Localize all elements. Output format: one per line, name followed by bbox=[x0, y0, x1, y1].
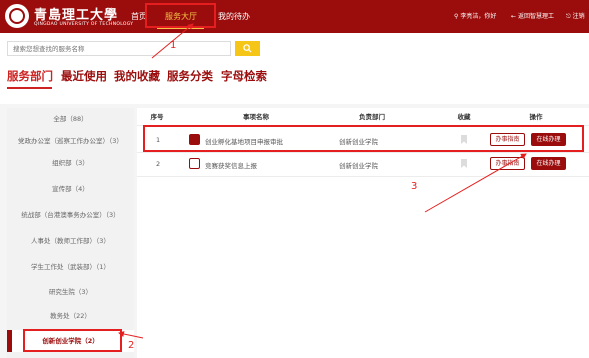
annotation-arrow-3 bbox=[424, 153, 527, 213]
annotation-arrows bbox=[118, 23, 527, 339]
annotation-arrow-2 bbox=[118, 331, 144, 339]
annotation-arrow-1 bbox=[151, 23, 194, 59]
